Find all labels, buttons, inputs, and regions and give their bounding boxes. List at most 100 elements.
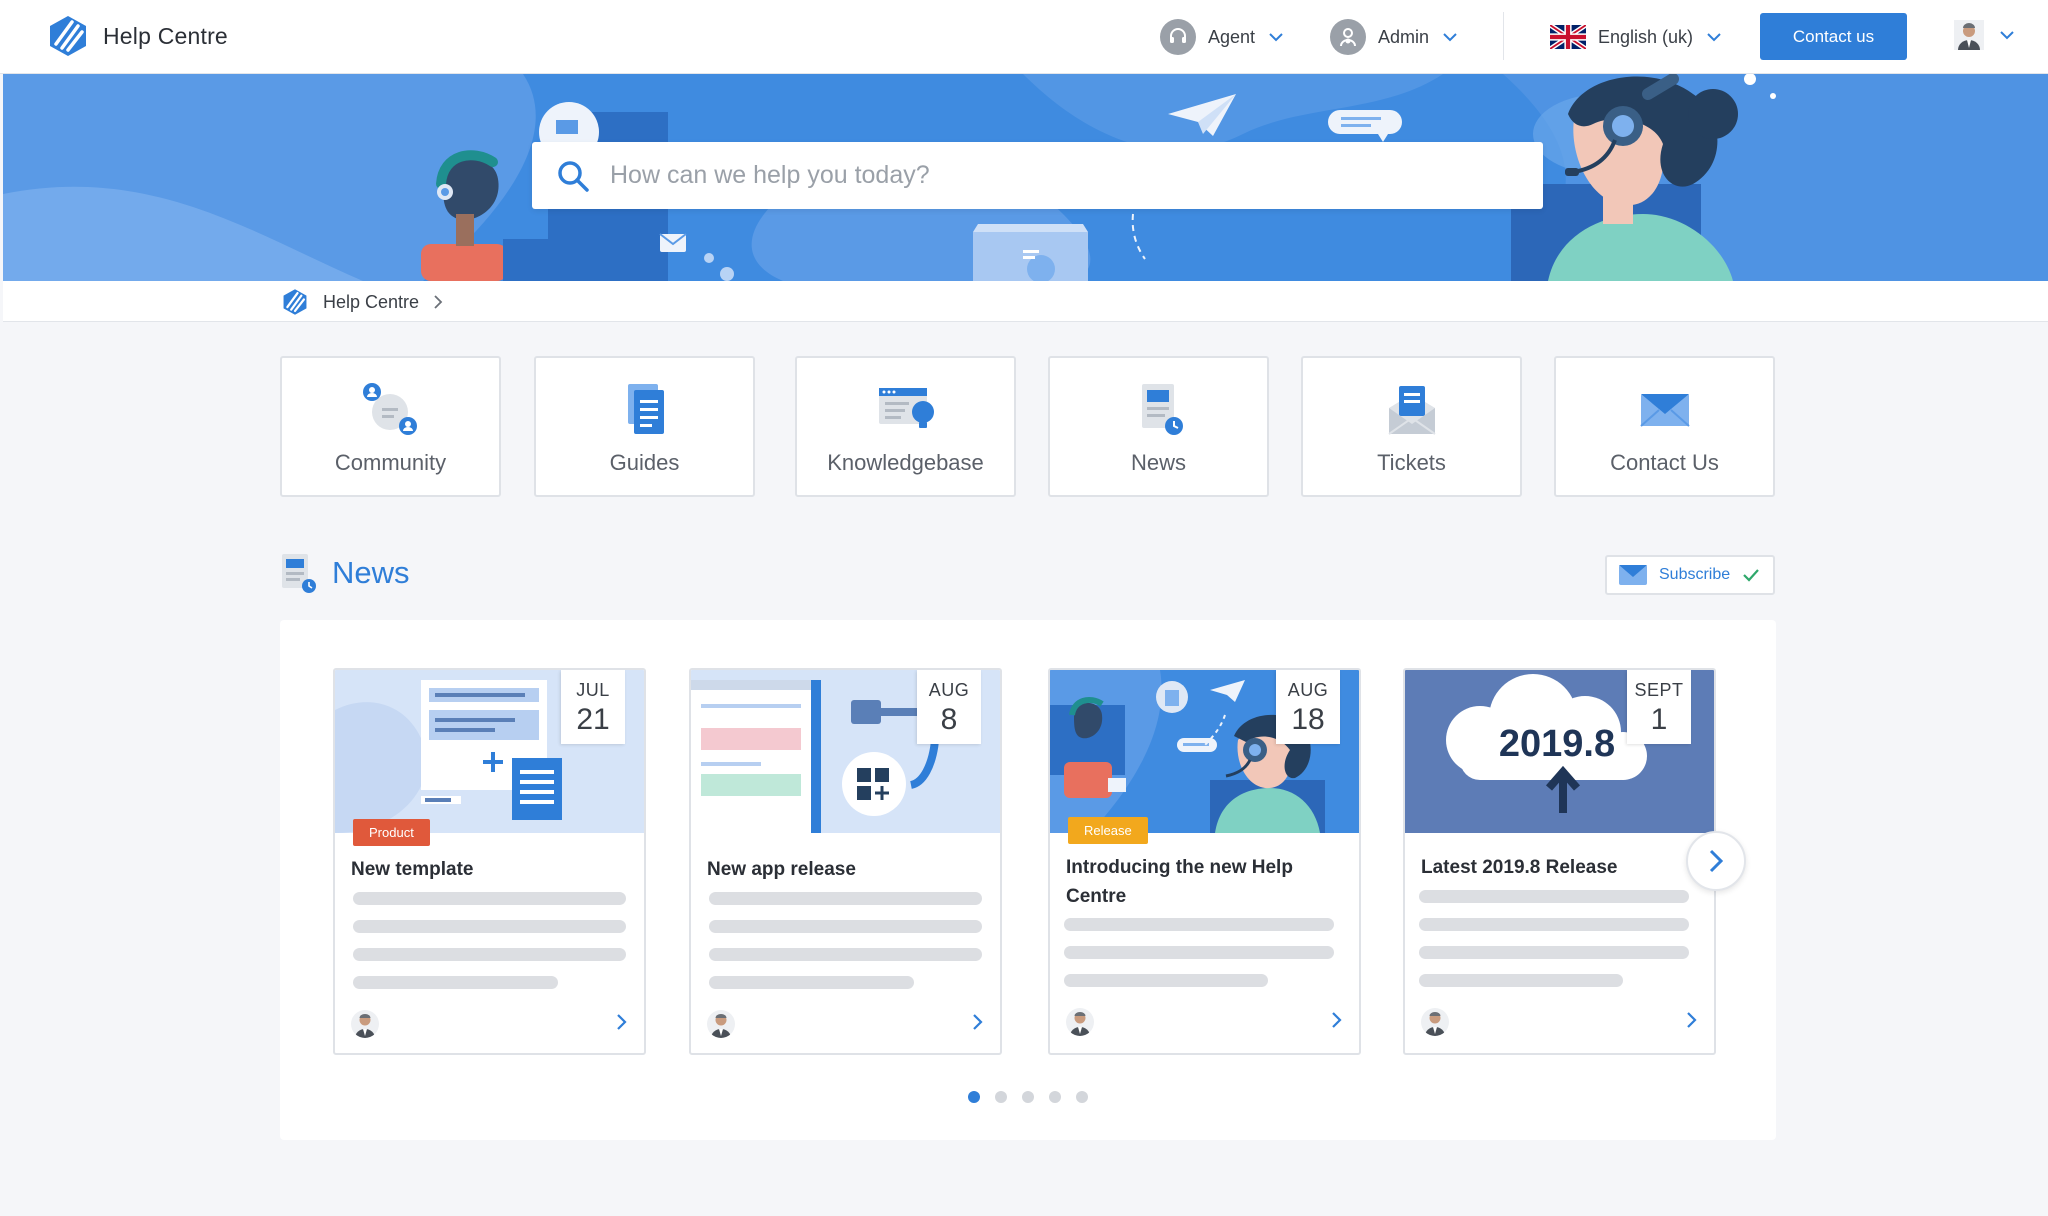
carousel-next-button[interactable] bbox=[1686, 831, 1746, 891]
category-tag: Release bbox=[1068, 817, 1148, 844]
text-placeholder bbox=[353, 920, 626, 933]
news-card-title: New app release bbox=[707, 859, 856, 880]
date-badge: AUG 18 bbox=[1276, 670, 1340, 744]
news-card-title: New template bbox=[351, 859, 474, 880]
news-card-title: Introducing the new Help Centre bbox=[1066, 857, 1293, 907]
category-tile-knowledgebase[interactable]: Knowledgebase bbox=[795, 356, 1016, 497]
category-label: Knowledgebase bbox=[827, 450, 984, 475]
category-tile-community[interactable]: Community bbox=[280, 356, 501, 497]
news-title: News bbox=[332, 555, 410, 590]
news-icon bbox=[282, 554, 316, 593]
search-input[interactable] bbox=[610, 161, 1510, 190]
date-month: AUG bbox=[1287, 680, 1329, 700]
news-card[interactable]: AUG 18 Release Introducing the new Help … bbox=[1048, 668, 1361, 1055]
help-centre-logo-icon bbox=[283, 289, 307, 315]
author-avatar bbox=[707, 1010, 735, 1038]
category-tag: Product bbox=[353, 819, 430, 846]
chevron-down-icon bbox=[2000, 31, 2014, 40]
date-day: 1 bbox=[1650, 703, 1668, 736]
brand[interactable]: Help Centre bbox=[46, 14, 228, 58]
date-day: 18 bbox=[1291, 703, 1325, 736]
author-avatar bbox=[1066, 1008, 1094, 1036]
text-placeholder bbox=[709, 948, 982, 961]
date-day: 8 bbox=[940, 703, 958, 736]
uk-flag-icon bbox=[1550, 25, 1586, 49]
guides-icon bbox=[627, 384, 664, 434]
contact-us-button[interactable]: Contact us bbox=[1760, 13, 1907, 60]
top-bar: Help Centre Agent Admin English (uk) Con… bbox=[0, 0, 2048, 74]
mail-icon bbox=[1619, 565, 1647, 585]
pagination-dot[interactable] bbox=[995, 1091, 1007, 1103]
text-placeholder bbox=[1419, 974, 1623, 987]
help-centre-logo-icon bbox=[50, 16, 86, 56]
date-month: JUL bbox=[576, 680, 610, 700]
text-placeholder bbox=[1064, 974, 1268, 987]
header-divider bbox=[1503, 12, 1504, 60]
text-placeholder bbox=[1419, 946, 1689, 959]
text-placeholder bbox=[1419, 918, 1689, 931]
pagination-dot[interactable] bbox=[1049, 1091, 1061, 1103]
user-menu[interactable] bbox=[1954, 20, 2016, 50]
agent-label: Agent bbox=[1208, 26, 1256, 47]
text-placeholder bbox=[1419, 890, 1689, 903]
category-tile-news[interactable]: News bbox=[1048, 356, 1269, 497]
text-placeholder bbox=[1064, 946, 1334, 959]
text-placeholder bbox=[709, 892, 982, 905]
breadcrumb-bar: Help Centre bbox=[3, 281, 2048, 322]
chevron-right-icon[interactable] bbox=[970, 1011, 986, 1033]
language-label: English (uk) bbox=[1598, 26, 1694, 47]
category-label: Contact Us bbox=[1610, 450, 1719, 475]
app-title: Help Centre bbox=[103, 22, 228, 49]
date-badge: SEPT 1 bbox=[1627, 670, 1691, 744]
category-label: News bbox=[1130, 450, 1186, 475]
date-badge: JUL 21 bbox=[561, 670, 625, 744]
chevron-right-icon[interactable] bbox=[614, 1011, 630, 1033]
hero-banner bbox=[3, 74, 2048, 281]
pagination-dot[interactable] bbox=[968, 1091, 980, 1103]
category-tile-tickets[interactable]: Tickets bbox=[1301, 356, 1522, 497]
text-placeholder bbox=[353, 976, 558, 989]
admin-menu[interactable]: Admin bbox=[1330, 16, 1459, 58]
card-image-label: 2019.8 bbox=[1499, 723, 1615, 765]
chevron-down-icon bbox=[1269, 33, 1283, 42]
community-icon bbox=[362, 383, 417, 435]
chevron-right-icon bbox=[1709, 849, 1724, 873]
news-card[interactable]: 2019.8 SEPT 1 Latest 2019.8 Release bbox=[1403, 668, 1716, 1055]
text-placeholder bbox=[353, 948, 626, 961]
category-label: Guides bbox=[609, 450, 680, 475]
headset-icon bbox=[1160, 19, 1196, 55]
news-card-title: Latest 2019.8 Release bbox=[1421, 857, 1618, 878]
subscribe-label: Subscribe bbox=[1659, 566, 1731, 583]
pagination-dot[interactable] bbox=[1076, 1091, 1088, 1103]
text-placeholder bbox=[709, 920, 982, 933]
admin-label: Admin bbox=[1378, 26, 1430, 47]
date-badge: AUG 8 bbox=[917, 670, 981, 744]
category-tile-guides[interactable]: Guides bbox=[534, 356, 755, 497]
chevron-right-icon[interactable] bbox=[1329, 1009, 1345, 1031]
agent-menu[interactable]: Agent bbox=[1160, 16, 1285, 58]
category-label: Tickets bbox=[1377, 450, 1446, 475]
category-tile-contact-us[interactable]: Contact Us bbox=[1554, 356, 1775, 497]
admin-user-icon bbox=[1330, 19, 1366, 55]
news-section-header: News bbox=[280, 552, 410, 594]
carousel-pagination bbox=[968, 1091, 1103, 1103]
check-icon bbox=[1743, 569, 1759, 582]
chevron-right-icon[interactable] bbox=[1684, 1009, 1700, 1031]
news-card[interactable]: JUL 21 Product New template bbox=[333, 668, 646, 1055]
category-label: Community bbox=[334, 450, 447, 475]
breadcrumb: Help Centre bbox=[281, 287, 445, 317]
tickets-icon bbox=[1387, 386, 1436, 435]
language-selector[interactable]: English (uk) bbox=[1550, 16, 1723, 58]
subscribe-button[interactable]: Subscribe bbox=[1605, 555, 1775, 595]
text-placeholder bbox=[709, 976, 914, 989]
news-icon bbox=[1141, 384, 1183, 435]
breadcrumb-help-centre[interactable]: Help Centre bbox=[323, 292, 419, 313]
date-month: SEPT bbox=[1634, 680, 1684, 700]
chevron-down-icon bbox=[1707, 33, 1721, 42]
contact-us-icon bbox=[1639, 394, 1690, 427]
author-avatar bbox=[351, 1010, 379, 1038]
news-card[interactable]: AUG 8 New app release bbox=[689, 668, 1002, 1055]
search-bar[interactable] bbox=[532, 142, 1543, 209]
pagination-dot[interactable] bbox=[1022, 1091, 1034, 1103]
chevron-down-icon bbox=[1443, 33, 1457, 42]
